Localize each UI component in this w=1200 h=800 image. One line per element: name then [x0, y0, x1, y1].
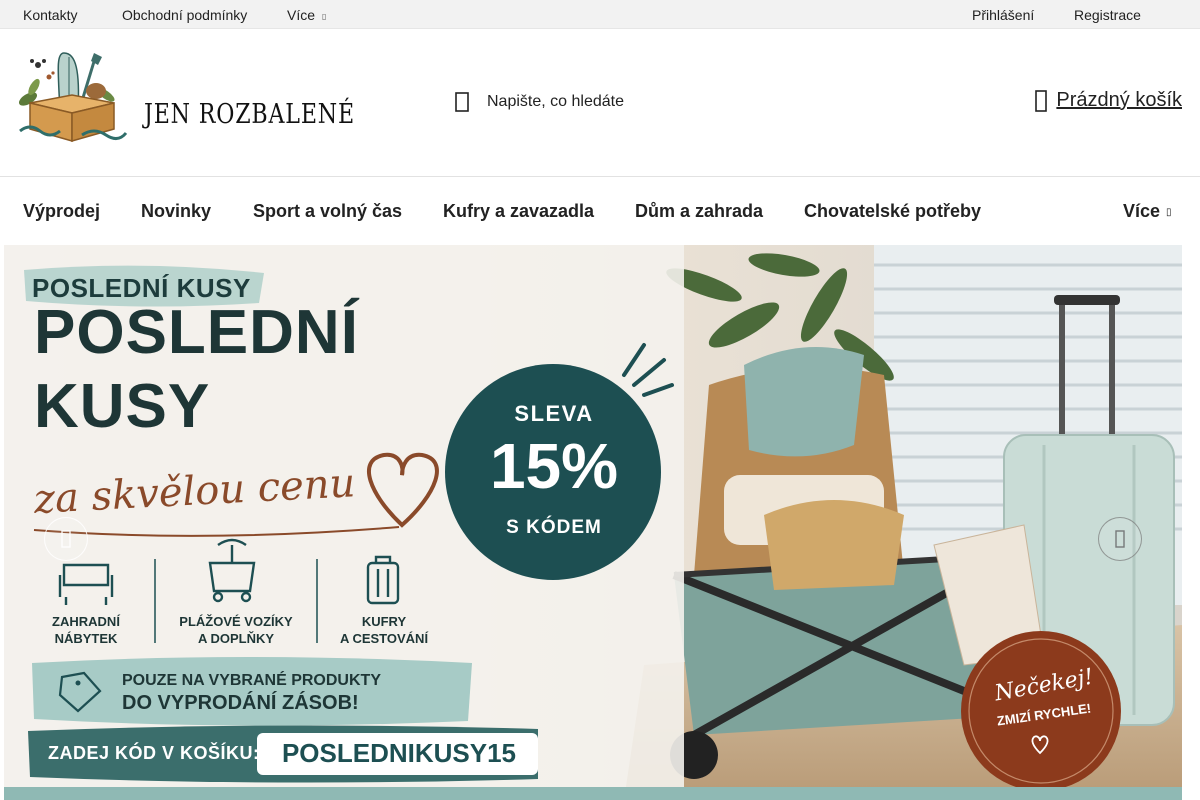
carousel-next-button[interactable] — [1098, 517, 1142, 561]
chevron-left-icon — [61, 530, 71, 548]
category-line: ZAHRADNÍ — [52, 614, 120, 629]
search-bar — [455, 89, 755, 115]
site-header: JEN ROZBALENÉ Prázdný košík — [0, 29, 1200, 177]
next-slide-strip — [4, 787, 1182, 800]
promo-code: POSLEDNIKUSY15 — [281, 738, 517, 768]
hero-headline-1: POSLEDNÍ — [34, 298, 359, 367]
notice-line-1: POUZE NA VYBRANÉ PRODUKTY — [122, 672, 381, 689]
nav-item-sale[interactable]: Výprodej — [23, 201, 100, 222]
nav-item-pets[interactable]: Chovatelské potřeby — [804, 201, 981, 222]
site-logo[interactable]: JEN ROZBALENÉ — [16, 51, 354, 143]
chevron-right-icon — [1115, 530, 1125, 548]
cart-button[interactable]: Prázdný košík — [1035, 89, 1182, 112]
top-utility-bar: Kontakty Obchodní podmínky Více ▯ Přihláš… — [0, 0, 1200, 29]
category-beach-carts: PLÁŽOVÉ VOZÍKY A DOPLŇKY — [166, 613, 306, 647]
badge-top-text: SLEVA — [514, 401, 594, 426]
topbar-more-label: Více — [287, 7, 316, 23]
carousel-prev-button[interactable] — [44, 517, 88, 561]
login-link[interactable]: Přihlášení — [972, 7, 1034, 23]
chevron-down-icon: ▯ — [1166, 207, 1172, 218]
category-line: A DOPLŇKY — [197, 631, 275, 646]
logo-wordmark: JEN ROZBALENÉ — [144, 99, 355, 130]
hero-headline-2: KUSY — [34, 372, 211, 441]
badge-bottom-text: S KÓDEM — [506, 517, 602, 538]
nav-item-home-garden[interactable]: Dům a zahrada — [635, 201, 763, 222]
nav-more-menu[interactable]: Více ▯ — [1123, 201, 1172, 222]
topbar-link-terms[interactable]: Obchodní podmínky — [122, 7, 247, 23]
notice-line-2: DO VYPRODÁNÍ ZÁSOB! — [122, 692, 359, 714]
topbar-link-contacts[interactable]: Kontakty — [23, 7, 77, 23]
code-label: ZADEJ KÓD V KOŠÍKU: — [48, 743, 260, 763]
search-icon[interactable] — [455, 92, 469, 112]
category-line: PLÁŽOVÉ VOZÍKY — [179, 614, 293, 629]
category-luggage: KUFRY A CESTOVÁNÍ — [328, 613, 440, 647]
cart-label: Prázdný košík — [1056, 89, 1182, 111]
chevron-down-icon: ▯ — [322, 12, 327, 21]
register-link[interactable]: Registrace — [1074, 7, 1141, 23]
search-input[interactable] — [487, 93, 727, 111]
category-line: NÁBYTEK — [54, 631, 118, 646]
badge-value: 15% — [489, 430, 619, 502]
hero-banner[interactable]: POSLEDNÍ KUSY POSLEDNÍ KUSY za skvělou c… — [4, 245, 1182, 800]
main-navigation: Výprodej Novinky Sport a volný čas Kufry… — [0, 177, 1200, 245]
nav-item-new[interactable]: Novinky — [141, 201, 211, 222]
nav-item-sport[interactable]: Sport a volný čas — [253, 201, 402, 222]
cart-icon — [1035, 89, 1048, 112]
logo-box-icon — [18, 52, 128, 142]
category-garden-furniture: ZAHRADNÍ NÁBYTEK — [40, 613, 132, 647]
category-line: KUFRY — [361, 614, 407, 629]
nav-more-label: Více — [1123, 201, 1161, 221]
topbar-more-menu[interactable]: Více ▯ — [287, 7, 326, 23]
nav-item-luggage[interactable]: Kufry a zavazadla — [443, 201, 594, 222]
category-line: A CESTOVÁNÍ — [339, 631, 429, 646]
